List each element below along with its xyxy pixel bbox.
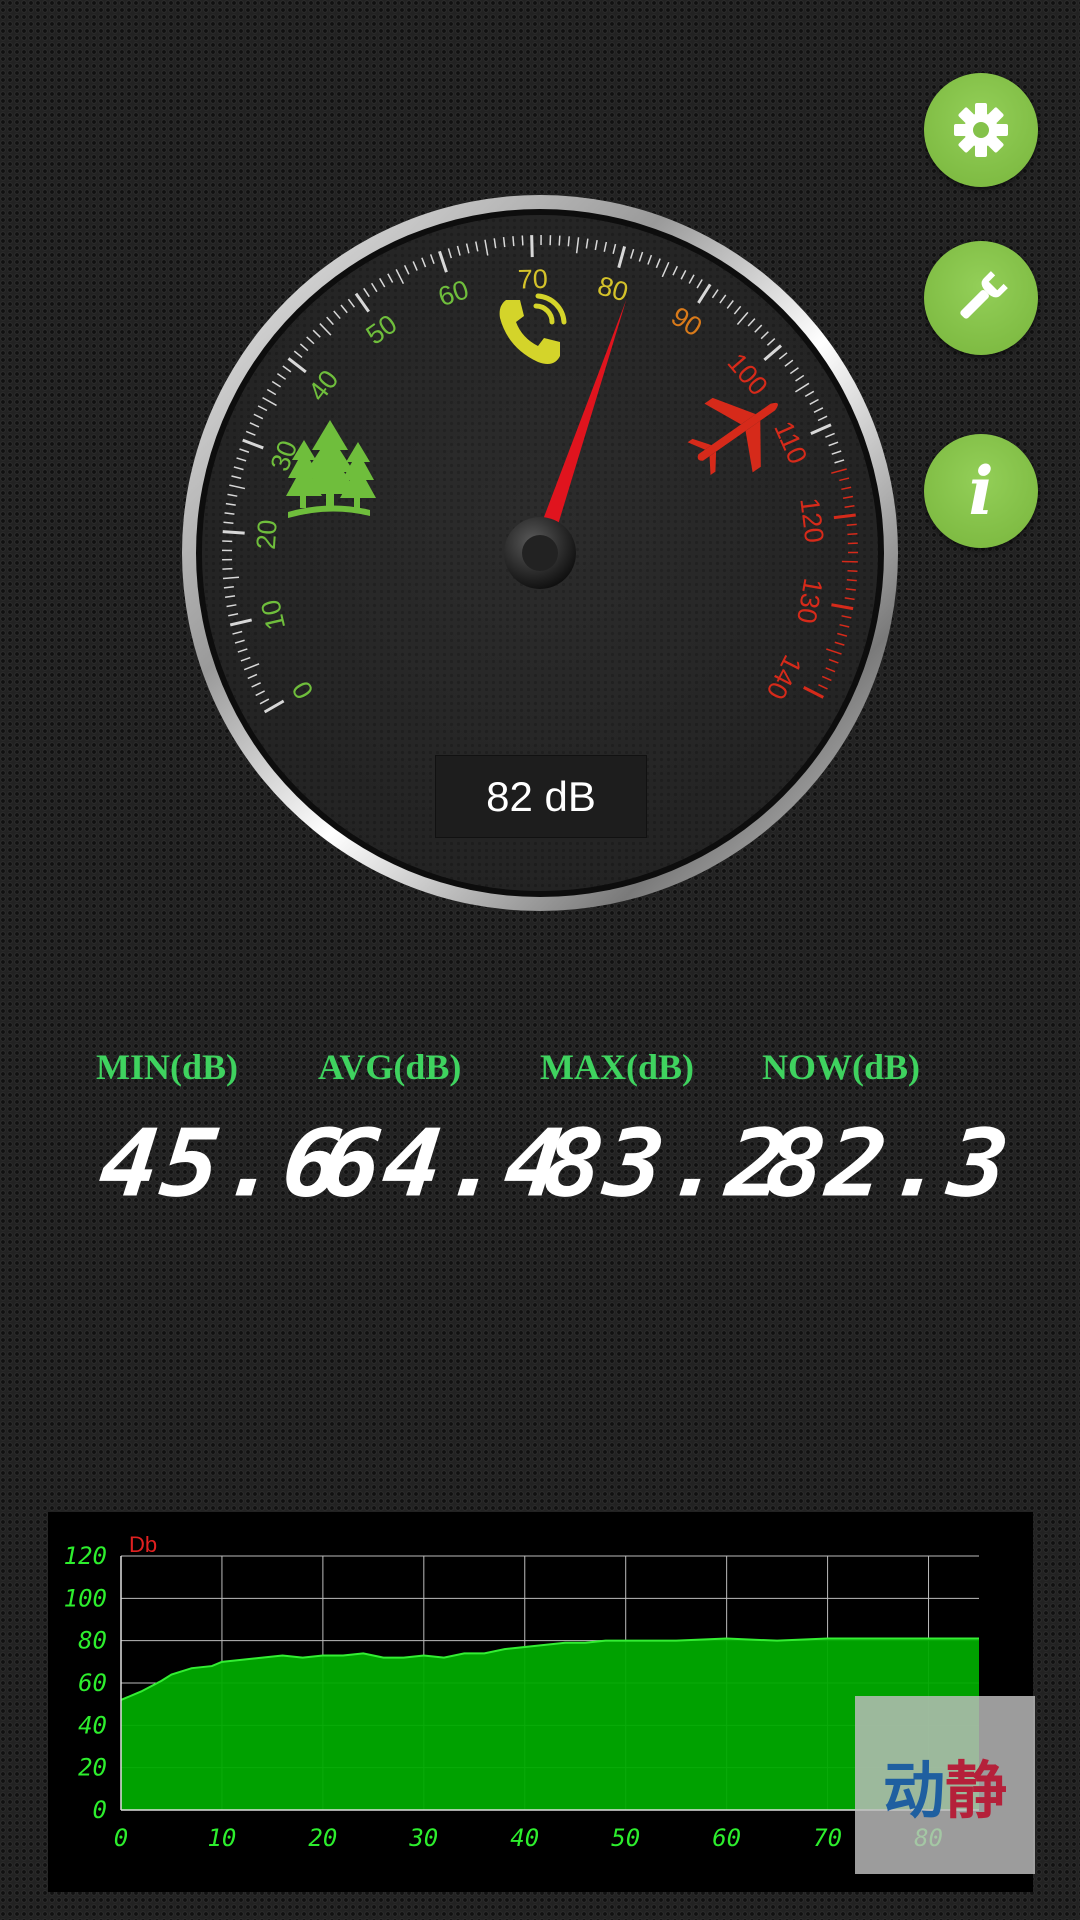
max-value: 83.2	[538, 1109, 794, 1219]
gauge-tick	[558, 235, 561, 246]
x-tick-label: 0	[114, 1824, 128, 1852]
gauge-tick	[847, 532, 858, 536]
now-label: NOW(dB)	[762, 1047, 921, 1087]
x-tick-label: 40	[510, 1824, 539, 1852]
watermark-char-left: 动	[882, 1754, 945, 1827]
gauge-tick	[846, 523, 857, 527]
gauge-tick-label: 20	[251, 519, 283, 551]
series-area	[121, 1638, 979, 1810]
min-label: MIN(dB)	[96, 1047, 238, 1087]
avg-value: 64.4	[316, 1109, 572, 1219]
gauge-tick	[567, 236, 570, 247]
y-tick-label: 80	[78, 1627, 107, 1655]
gauge-tick-label: 120	[794, 496, 829, 544]
max-label: MAX(dB)	[540, 1047, 694, 1087]
y-tick-label: 60	[78, 1669, 107, 1697]
gauge-tick	[222, 567, 233, 570]
gauge-tick	[847, 569, 858, 573]
x-tick-label: 50	[611, 1824, 640, 1852]
gauge-readout: 82 dB	[435, 755, 647, 838]
x-tick-label: 70	[813, 1824, 842, 1852]
min-value: 45.6	[94, 1109, 350, 1219]
watermark-logo: 动静	[855, 1696, 1035, 1874]
avg-label: AVG(dB)	[318, 1047, 462, 1087]
gauge-tick	[222, 530, 245, 535]
y-axis-unit: Db	[129, 1532, 157, 1557]
y-tick-label: 40	[78, 1711, 107, 1739]
x-tick-label: 60	[712, 1824, 741, 1852]
watermark-char-right: 静	[945, 1754, 1008, 1827]
gauge-tick-label: 70	[517, 264, 548, 295]
x-tick-label: 20	[308, 1824, 337, 1852]
y-tick-label: 20	[78, 1754, 107, 1782]
x-tick-label: 30	[408, 1824, 438, 1852]
gauge-tick	[846, 579, 857, 582]
gauge-tick	[512, 236, 515, 247]
gauge-tick	[223, 521, 234, 524]
now-value: 82.3	[760, 1109, 1016, 1219]
y-tick-label: 0	[93, 1796, 107, 1824]
x-tick-label: 10	[207, 1824, 236, 1852]
y-tick-label: 120	[64, 1542, 107, 1570]
gauge-tick	[521, 235, 524, 246]
gauge-tick	[530, 235, 534, 258]
y-tick-label: 100	[64, 1584, 107, 1612]
